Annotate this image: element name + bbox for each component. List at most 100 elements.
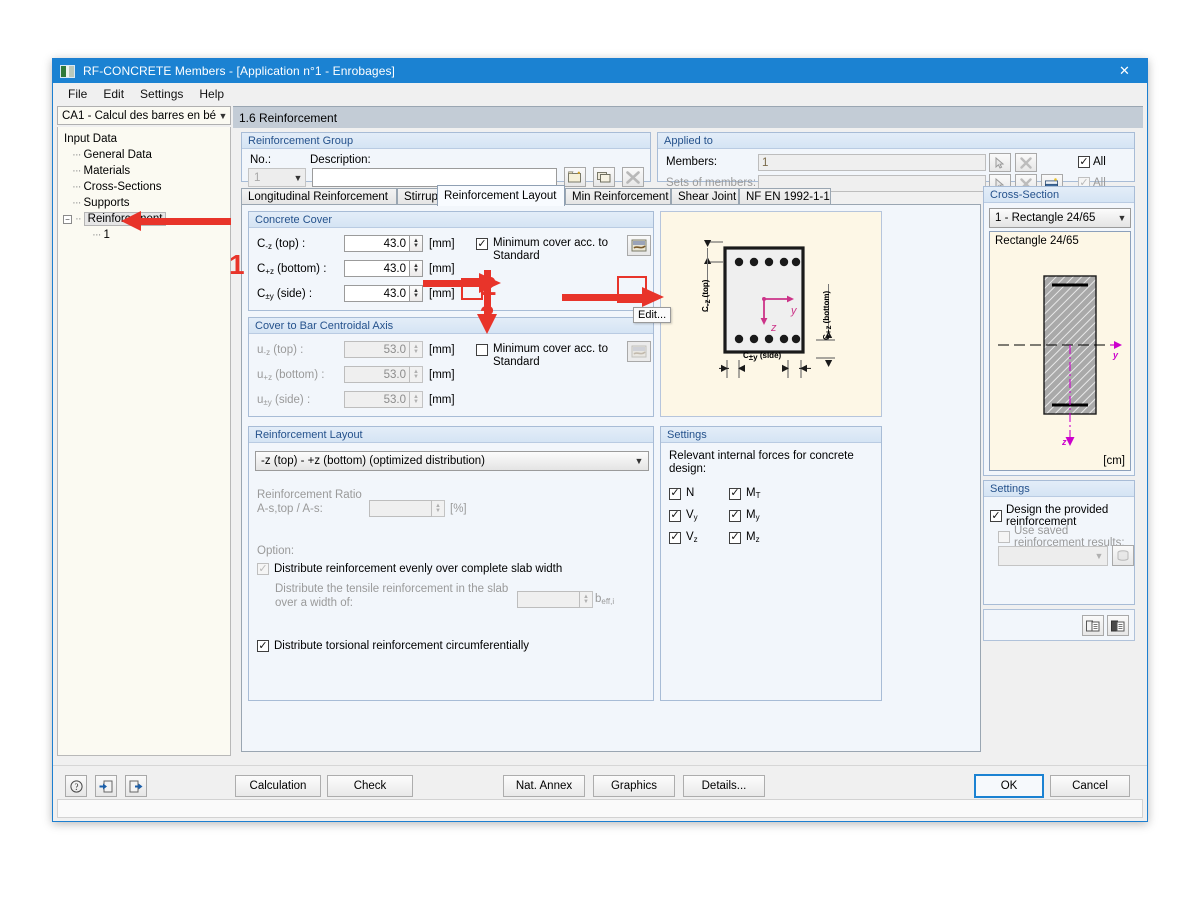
ratio-label-line1: Reinforcement Ratio <box>257 489 362 501</box>
calculation-button[interactable]: Calculation <box>235 775 321 797</box>
edit-cover-button[interactable] <box>627 235 651 256</box>
tensile-width-label-line2: over a width of: <box>275 597 353 609</box>
members-input[interactable]: 1 <box>758 154 986 171</box>
ucover-min-cover-checkbox[interactable]: Minimum cover acc. to Standard <box>476 343 616 369</box>
help-button[interactable]: ? <box>65 775 87 797</box>
cover-side-input[interactable]: 43.0 <box>344 285 410 302</box>
button-label: Graphics <box>611 780 657 792</box>
callout-arrow-1 <box>139 214 249 228</box>
paste-section-button[interactable] <box>1107 615 1129 636</box>
chevron-down-icon: ▼ <box>1091 551 1107 561</box>
spinner-down-icon: ▼ <box>413 375 419 380</box>
cover-bottom-value: 43.0 <box>384 263 406 275</box>
checkbox-box <box>476 344 488 356</box>
tensile-width-input[interactable] <box>517 591 580 608</box>
force-checkbox-my[interactable]: ✓ My <box>729 509 760 522</box>
cover-bottom-input[interactable]: 43.0 <box>344 260 410 277</box>
menu-item-edit[interactable]: Edit <box>95 85 132 103</box>
checkbox-box: ✓ <box>476 238 488 250</box>
force-checkbox-n[interactable]: ✓ N <box>669 487 694 500</box>
close-icon[interactable]: ✕ <box>1102 59 1147 83</box>
export-button[interactable] <box>125 775 147 797</box>
ratio-spinner[interactable]: ▲▼ <box>432 500 445 517</box>
tree-item-reinforcement-1[interactable]: ··· 1 <box>62 227 230 243</box>
ucover-bottom-field[interactable]: 53.0 ▲▼ [mm] <box>344 366 455 383</box>
navigator-pane: CA1 - Calcul des barres en bétc ▼ Input … <box>57 106 231 756</box>
chevron-down-icon: ▼ <box>630 456 648 466</box>
saved-results-browse-button[interactable] <box>1112 545 1134 566</box>
tab-min-reinforcement[interactable]: Min Reinforcement <box>565 188 671 205</box>
ucover-side-spinner[interactable]: ▲▼ <box>410 391 423 408</box>
ucover-side-input[interactable]: 53.0 <box>344 391 410 408</box>
nat-annex-button[interactable]: Nat. Annex <box>503 775 585 797</box>
cross-section-combo-value: 1 - Rectangle 24/65 <box>995 212 1114 224</box>
tab-shear-joint[interactable]: Shear Joint <box>671 188 739 205</box>
force-checkbox-vy[interactable]: ✓ Vy <box>669 509 698 522</box>
tab-longitudinal-reinforcement[interactable]: Longitudinal Reinforcement <box>241 188 397 205</box>
ucover-bottom-spinner[interactable]: ▲▼ <box>410 366 423 383</box>
tree-item-cross-sections[interactable]: ··· Cross-Sections <box>62 179 230 195</box>
check-button[interactable]: Check <box>327 775 413 797</box>
ucover-edit-button[interactable] <box>627 341 651 362</box>
collapse-icon[interactable]: − <box>63 215 72 224</box>
cover-top-spinner[interactable]: ▲▼ <box>410 235 423 252</box>
clear-members-button[interactable] <box>1015 153 1037 172</box>
force-checkbox-vz[interactable]: ✓ Vz <box>669 531 698 544</box>
cover-side-spinner[interactable]: ▲▼ <box>410 285 423 302</box>
distribute-evenly-checkbox[interactable]: ✓ Distribute reinforcement evenly over c… <box>257 563 562 575</box>
ucover-bottom-input[interactable]: 53.0 <box>344 366 410 383</box>
ratio-field[interactable]: ▲▼ [%] <box>369 500 467 517</box>
menu-item-file[interactable]: File <box>60 85 95 103</box>
reinforcement-layout-box: Reinforcement Layout -z (top) - +z (bott… <box>248 426 654 701</box>
members-all-checkbox[interactable]: ✓ All <box>1078 156 1106 168</box>
select-members-button[interactable] <box>989 153 1011 172</box>
menu-item-help[interactable]: Help <box>191 85 232 103</box>
ucover-row-top: u-z (top) : <box>257 344 303 357</box>
tree-item-materials[interactable]: ··· Materials <box>62 163 230 179</box>
distribute-torsional-checkbox[interactable]: ✓ Distribute torsional reinforcement cir… <box>257 640 529 652</box>
ucover-side-field[interactable]: 53.0 ▲▼ [mm] <box>344 391 455 408</box>
force-checkbox-mt[interactable]: ✓ MT <box>729 487 760 500</box>
delete-group-button[interactable] <box>622 167 644 187</box>
ucover-top-spinner[interactable]: ▲▼ <box>410 341 423 358</box>
min-cover-checkbox[interactable]: ✓ Minimum cover acc. to Standard <box>476 237 616 263</box>
tensile-width-spinner[interactable]: ▲▼ <box>580 591 593 608</box>
reinforcement-group-no-combo[interactable]: 1 ▼ <box>248 168 306 187</box>
saved-results-combo[interactable]: ▼ <box>998 546 1108 566</box>
cover-top-input[interactable]: 43.0 <box>344 235 410 252</box>
tree-item-input-data[interactable]: Input Data <box>62 131 230 147</box>
new-group-button[interactable] <box>564 167 586 187</box>
ratio-input[interactable] <box>369 500 432 517</box>
cover-top-field[interactable]: 43.0 ▲▼ [mm] <box>344 235 455 252</box>
case-selector-combo[interactable]: CA1 - Calcul des barres en bétc ▼ <box>57 106 231 125</box>
cross-section-combo[interactable]: 1 - Rectangle 24/65 ▼ <box>989 208 1131 228</box>
window-title: RF-CONCRETE Members - [Application n°1 -… <box>83 64 395 78</box>
import-button[interactable] <box>95 775 117 797</box>
checkbox-box: ✓ <box>669 532 681 544</box>
copy-section-button[interactable] <box>1082 615 1104 636</box>
force-checkbox-mz[interactable]: ✓ Mz <box>729 531 760 544</box>
tab-nf-en-1992[interactable]: NF EN 1992-1-1 <box>739 188 831 205</box>
tree-item-label: Materials <box>84 165 131 177</box>
copy-group-button[interactable] <box>593 167 615 187</box>
tree-item-supports[interactable]: ··· Supports <box>62 195 230 211</box>
tensile-width-field[interactable]: ▲▼ bbeff,ieff,i <box>517 591 614 608</box>
ucover-top-input[interactable]: 53.0 <box>344 341 410 358</box>
graphics-button[interactable]: Graphics <box>593 775 675 797</box>
tree-line-icon: ··· <box>92 229 101 241</box>
ok-button[interactable]: OK <box>974 774 1044 798</box>
bottom-bar: ? Calculation Check Nat. Annex <box>53 765 1147 821</box>
cancel-button[interactable]: Cancel <box>1050 775 1130 797</box>
section-icon-bar <box>983 609 1135 641</box>
cover-bottom-spinner[interactable]: ▲▼ <box>410 260 423 277</box>
tree-line-icon: ··· <box>72 149 81 161</box>
tab-reinforcement-layout[interactable]: Reinforcement Layout <box>437 185 565 206</box>
spinner-down-icon: ▼ <box>413 400 419 405</box>
force-label: Vy <box>686 509 698 522</box>
tree-item-general-data[interactable]: ··· General Data <box>62 147 230 163</box>
ucover-top-field[interactable]: 53.0 ▲▼ [mm] <box>344 341 455 358</box>
details-button[interactable]: Details... <box>683 775 765 797</box>
tensile-width-label-line1: Distribute the tensile reinforcement in … <box>275 583 508 595</box>
layout-combo[interactable]: -z (top) - +z (bottom) (optimized distri… <box>255 451 649 471</box>
menu-item-settings[interactable]: Settings <box>132 85 191 103</box>
